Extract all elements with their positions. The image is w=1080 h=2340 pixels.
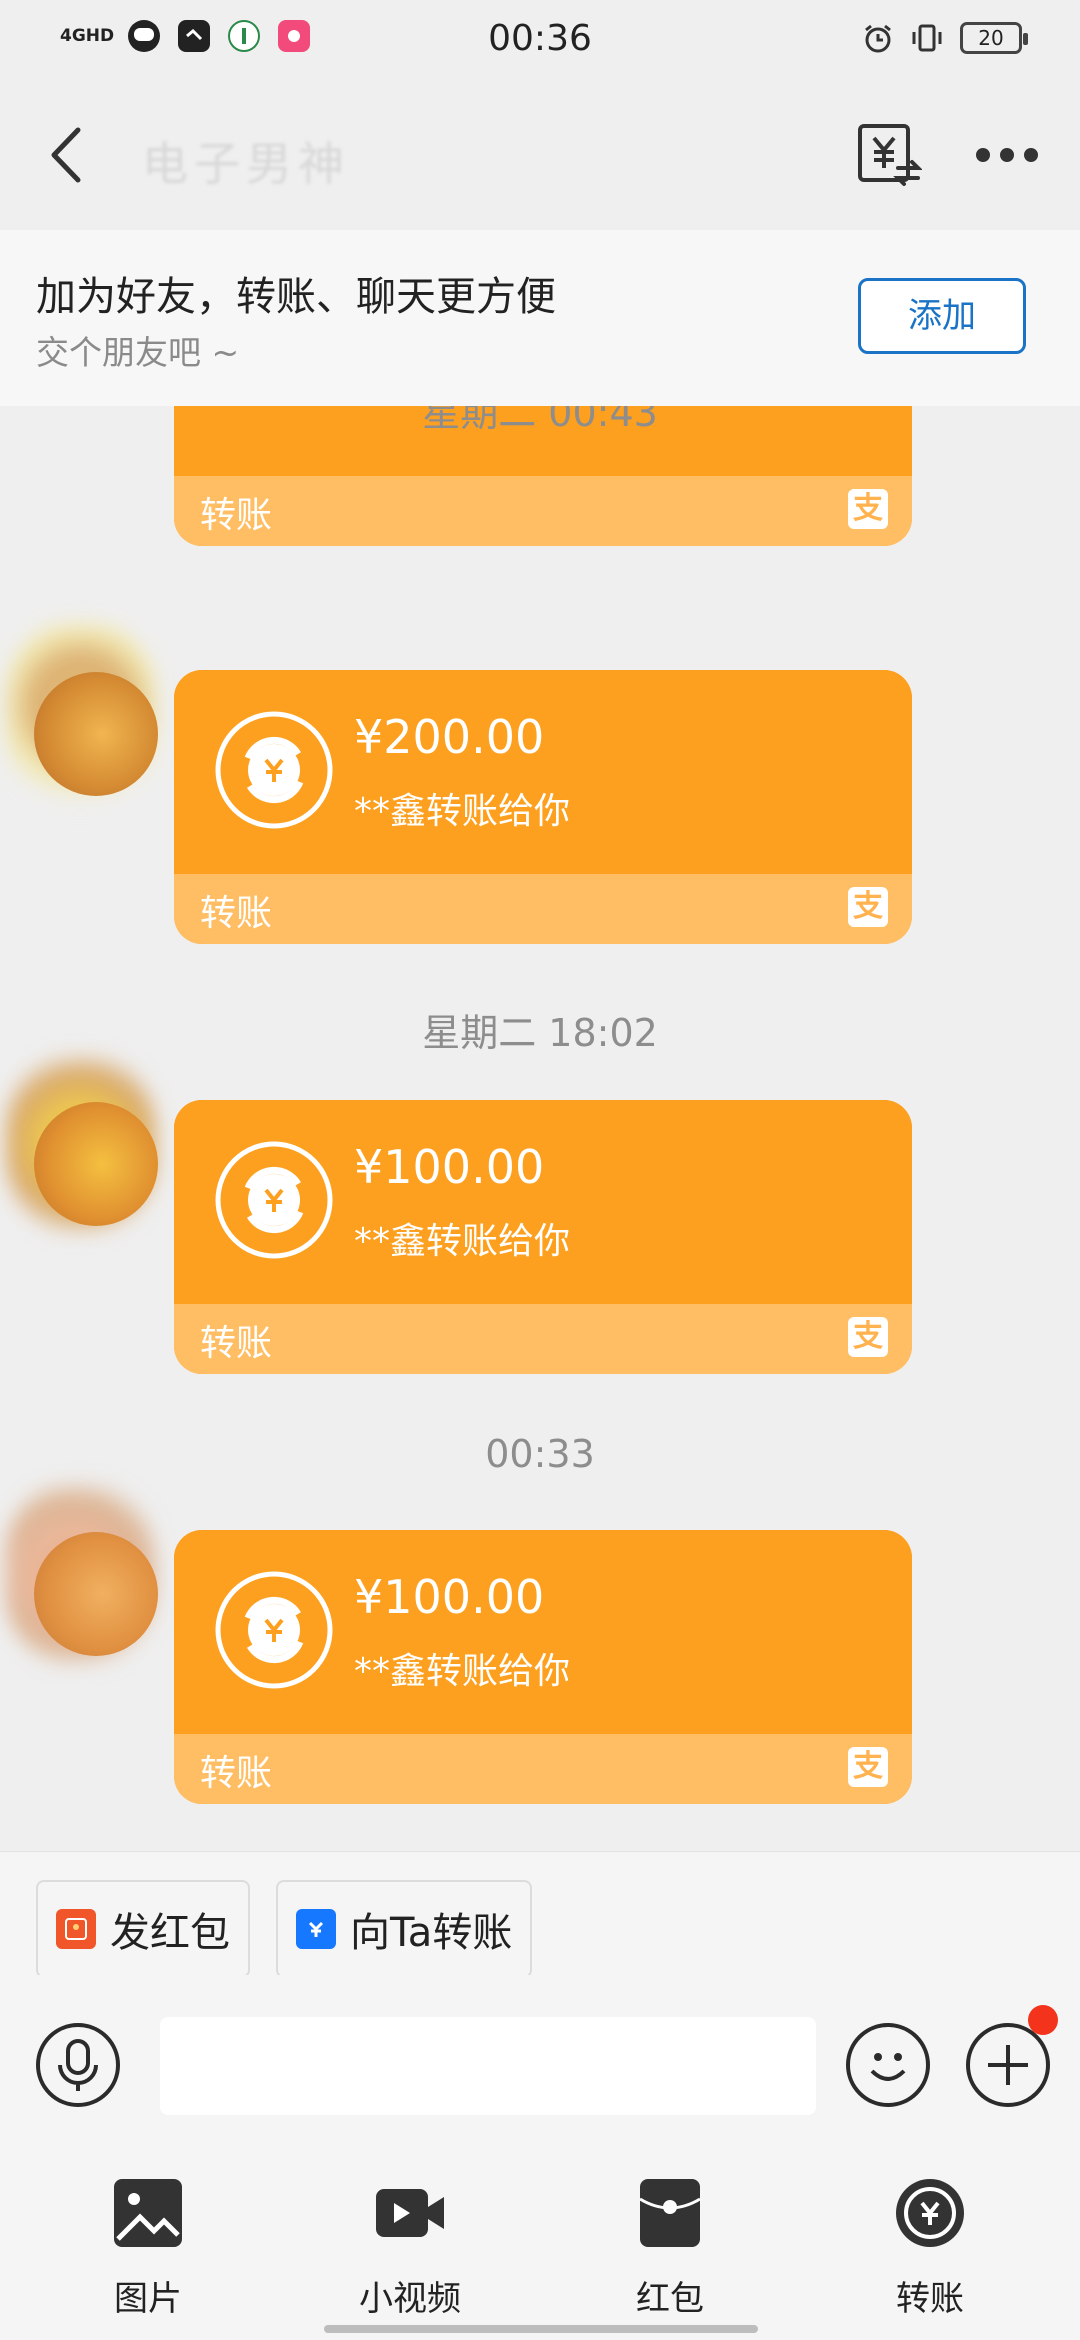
message-timestamp: 星期二 18:02: [422, 1011, 658, 1055]
red-packet-icon: [639, 2179, 701, 2247]
card-type-label: 转账: [200, 893, 273, 934]
message-timestamp: 00:33: [485, 1432, 595, 1476]
battery-indicator: 20: [960, 22, 1028, 54]
alipay-icon: 支: [848, 489, 888, 529]
transfer-description: **鑫转账给你: [354, 1221, 571, 1262]
transfer-amount: ¥100.00: [354, 1570, 545, 1624]
transfer-amount: ¥100.00: [354, 1140, 545, 1194]
tool-red-packet[interactable]: 红包: [590, 2177, 750, 2320]
tool-image[interactable]: 图片: [68, 2177, 228, 2320]
alipay-icon: 支: [848, 887, 888, 927]
tool-transfer[interactable]: 转账: [850, 2177, 1010, 2320]
transfer-icon: [896, 2179, 964, 2247]
chat-header: 电子男神: [0, 84, 1080, 230]
tool-image-label: 图片: [114, 2279, 182, 2319]
transfer-coin-icon: [215, 1141, 333, 1259]
transfer-to-user-button[interactable]: 向Ta转账: [276, 1880, 533, 1978]
plus-icon: [988, 2045, 1028, 2085]
vibrate-icon: [912, 24, 942, 52]
card-type-label: 转账: [200, 495, 273, 536]
sender-avatar[interactable]: [34, 1532, 158, 1656]
add-friend-banner: 加为好友，转账、聊天更方便 交个朋友吧 ~ 添加: [0, 230, 1080, 406]
chat-messages: 转账 支 星期二 00:43 ¥200.00 **鑫转账给你 转账 支 星期二 …: [0, 406, 1080, 1851]
card-type-label: 转账: [200, 1323, 273, 1364]
alipay-icon: 支: [848, 1317, 888, 1357]
tool-video-label: 小视频: [359, 2279, 461, 2319]
tool-red-packet-label: 红包: [636, 2279, 704, 2319]
more-actions-button[interactable]: [966, 2023, 1050, 2107]
quick-actions-bar: 发红包 向Ta转账: [0, 1851, 1080, 1978]
status-bar: 4GHD 00:36 20: [0, 0, 1080, 84]
message-timestamp: 星期二 00:43: [422, 406, 658, 435]
sender-avatar[interactable]: [34, 1102, 158, 1226]
sender-avatar[interactable]: [34, 672, 158, 796]
transfer-card[interactable]: ¥200.00 **鑫转账给你 转账 支: [174, 670, 912, 944]
transfer-ticket-icon: [296, 1909, 336, 1949]
home-indicator[interactable]: [324, 2325, 758, 2333]
attachment-panel: 图片 小视频 红包 转账: [0, 2135, 1080, 2340]
emoji-button[interactable]: [846, 2023, 930, 2107]
microphone-icon: [58, 2039, 98, 2091]
tool-video[interactable]: 小视频: [330, 2177, 490, 2320]
video-icon: [376, 2189, 444, 2237]
transfer-description: **鑫转账给你: [354, 1651, 571, 1692]
transfer-record-icon[interactable]: [856, 122, 922, 188]
message-input[interactable]: [160, 2017, 816, 2115]
banner-title: 加为好友，转账、聊天更方便: [36, 274, 556, 320]
image-icon: [114, 2179, 182, 2247]
notification-dot: [1028, 2005, 1058, 2035]
add-friend-button[interactable]: 添加: [858, 278, 1026, 354]
transfer-card[interactable]: ¥100.00 **鑫转账给你 转账 支: [174, 1530, 912, 1804]
more-options-icon[interactable]: [976, 140, 1038, 170]
red-packet-icon: [56, 1909, 96, 1949]
transfer-coin-icon: [215, 1571, 333, 1689]
transfer-coin-icon: [215, 711, 333, 829]
transfer-description: **鑫转账给你: [354, 791, 571, 832]
back-arrow-icon[interactable]: [40, 120, 100, 190]
voice-input-button[interactable]: [36, 2023, 120, 2107]
chat-title: 电子男神: [142, 137, 350, 191]
alarm-icon: [865, 24, 891, 53]
smiley-icon: [870, 2053, 906, 2081]
transfer-to-user-label: 向Ta转账: [350, 1910, 513, 1956]
send-red-packet-button[interactable]: 发红包: [36, 1880, 250, 1978]
send-red-packet-label: 发红包: [110, 1910, 230, 1956]
banner-subtitle: 交个朋友吧 ~: [36, 333, 240, 372]
message-input-bar: [0, 1975, 1080, 2135]
alipay-icon: 支: [848, 1747, 888, 1787]
transfer-card[interactable]: ¥100.00 **鑫转账给你 转账 支: [174, 1100, 912, 1374]
transfer-amount: ¥200.00: [354, 710, 545, 764]
tool-transfer-label: 转账: [896, 2279, 964, 2319]
card-type-label: 转账: [200, 1753, 273, 1794]
